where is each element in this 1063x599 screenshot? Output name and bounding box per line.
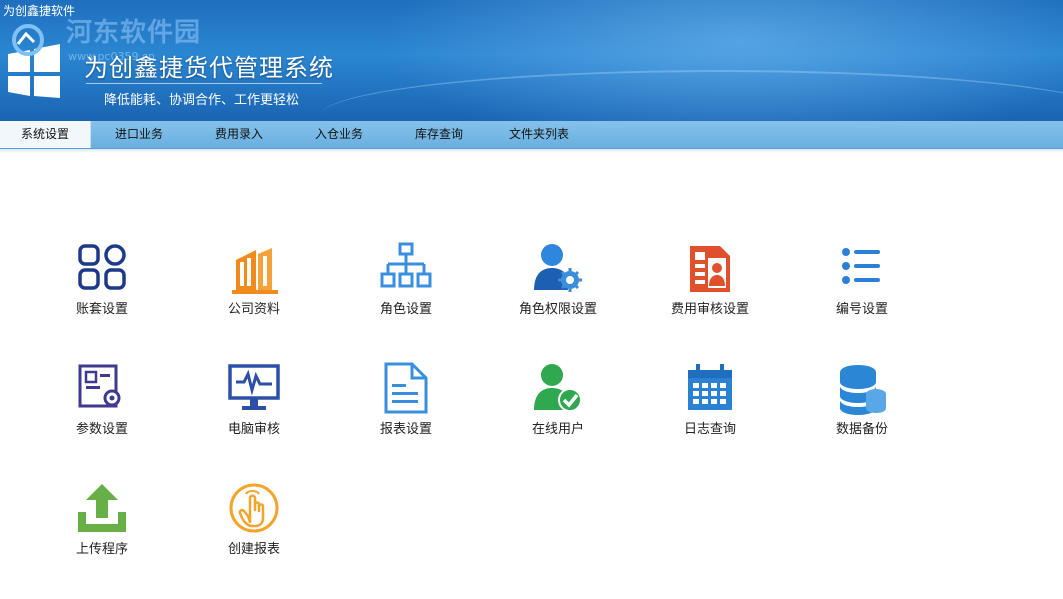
menu-shadow: [0, 149, 1063, 153]
tile-numbering-settings[interactable]: 编号设置: [807, 242, 917, 332]
tile-label: 创建报表: [227, 542, 280, 557]
tile-data-backup[interactable]: 数据备份: [807, 362, 917, 452]
tile-label: 报表设置: [379, 422, 432, 437]
user-gear-icon: [530, 242, 586, 298]
database-icon: [834, 362, 890, 418]
app-title: 为创鑫捷货代管理系统: [84, 54, 334, 82]
settings-doc-icon: [74, 362, 130, 418]
tile-role-settings[interactable]: 角色设置: [351, 242, 461, 332]
report-doc-icon: [378, 362, 434, 418]
tile-label: 公司资料: [227, 302, 280, 317]
tile-label: 角色权限设置: [518, 302, 597, 317]
building-icon: [226, 242, 282, 298]
header-banner: 为创鑫捷软件 河东软件园 www.pc0359.cn 为创鑫捷货代管理系统 降低…: [0, 0, 1063, 121]
tile-label: 电脑审核: [227, 422, 280, 437]
tile-parameter-settings[interactable]: 参数设置: [47, 362, 157, 452]
tab-import-business[interactable]: 进口业务: [99, 121, 179, 148]
tile-label: 在线用户: [531, 422, 584, 437]
tile-create-report[interactable]: 创建报表: [199, 482, 309, 572]
title-underline: [86, 83, 322, 84]
window-title: 为创鑫捷软件: [3, 4, 76, 18]
tile-upload-program[interactable]: 上传程序: [47, 482, 157, 572]
tile-label: 角色设置: [379, 302, 432, 317]
windows-logo-icon: [8, 24, 60, 98]
monitor-pulse-icon: [226, 362, 282, 418]
tab-inventory-query[interactable]: 库存查询: [399, 121, 479, 148]
tab-warehouse-in[interactable]: 入仓业务: [299, 121, 379, 148]
tile-account-set-settings[interactable]: 账套设置: [47, 242, 157, 332]
tab-folder-list[interactable]: 文件夹列表: [499, 121, 579, 148]
hand-tap-icon: [226, 482, 282, 538]
list-icon: [834, 242, 890, 298]
tab-fee-entry[interactable]: 费用录入: [199, 121, 279, 148]
app-subtitle: 降低能耗、协调合作、工作更轻松: [104, 93, 300, 108]
upload-icon: [74, 482, 130, 538]
tile-computer-audit[interactable]: 电脑审核: [199, 362, 309, 452]
calendar-icon: [682, 362, 738, 418]
user-check-icon: [530, 362, 586, 418]
tile-fee-audit-settings[interactable]: 费用审核设置: [655, 242, 765, 332]
tile-online-users[interactable]: 在线用户: [503, 362, 613, 452]
tile-label: 账套设置: [75, 302, 128, 317]
main-menu-bar: 系统设置 进口业务 费用录入 入仓业务 库存查询 文件夹列表: [0, 121, 1063, 149]
org-chart-icon: [378, 242, 434, 298]
watermark-text: 河东软件园: [66, 18, 202, 48]
tile-label: 数据备份: [835, 422, 888, 437]
tile-label: 上传程序: [75, 542, 128, 557]
tile-log-query[interactable]: 日志查询: [655, 362, 765, 452]
tile-role-permission-settings[interactable]: 角色权限设置: [503, 242, 613, 332]
tile-label: 日志查询: [683, 422, 736, 437]
document-user-icon: [682, 242, 738, 298]
tile-label: 费用审核设置: [670, 302, 749, 317]
tab-system-settings[interactable]: 系统设置: [0, 121, 91, 148]
tile-company-info[interactable]: 公司资料: [199, 242, 309, 332]
grid-icon: [74, 242, 130, 298]
tile-report-settings[interactable]: 报表设置: [351, 362, 461, 452]
tile-label: 参数设置: [75, 422, 128, 437]
tile-label: 编号设置: [835, 302, 888, 317]
